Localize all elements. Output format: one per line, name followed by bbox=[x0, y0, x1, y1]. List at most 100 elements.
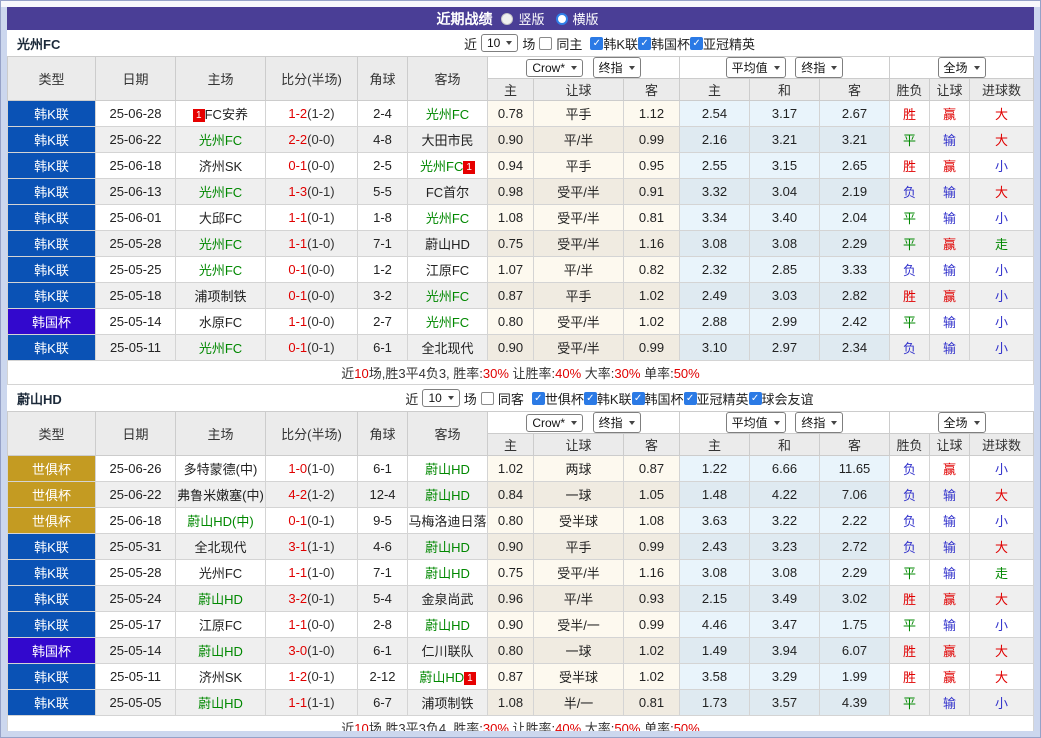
handicap-result-cell: 输 bbox=[930, 612, 970, 638]
league-label[interactable]: 韩国杯 bbox=[651, 34, 690, 53]
avg-draw-cell: 3.57 bbox=[750, 690, 820, 716]
page-frame: 近期战绩 竖版 横版 光州FC 近 10 场 同主 ✓韩K联✓韩国杯✓亚冠精英 bbox=[0, 0, 1041, 738]
handicap-cell: 受平/半 bbox=[534, 205, 624, 231]
league-checkbox[interactable]: ✓ bbox=[684, 392, 697, 405]
home-team-cell: 水原FC bbox=[176, 309, 266, 335]
league-label[interactable]: 世俱杯 bbox=[545, 389, 584, 408]
radio-vertical-label[interactable]: 竖版 bbox=[518, 9, 544, 28]
score-value: 0-1 bbox=[288, 288, 307, 303]
same-away-checkbox[interactable] bbox=[481, 392, 494, 405]
goals-result-cell: 小 bbox=[970, 612, 1034, 638]
league-checkbox[interactable]: ✓ bbox=[749, 392, 762, 405]
away-team-cell: 光州FC bbox=[408, 283, 488, 309]
radio-horizontal-label[interactable]: 横版 bbox=[573, 9, 599, 28]
home-team-cell: 光州FC bbox=[176, 335, 266, 361]
summary-text: 40% bbox=[555, 721, 581, 731]
final-odds-select-2[interactable]: 终指 bbox=[795, 412, 843, 433]
league-type-cell: 世俱杯 bbox=[8, 508, 96, 534]
recent-label: 近 bbox=[405, 389, 418, 408]
team-label: 蔚山HD bbox=[425, 488, 470, 503]
table-row: 韩K联25-06-18济州SK0-1(0-0)2-5光州FC10.94平手0.9… bbox=[8, 153, 1034, 179]
score-cell: 3-2(0-1) bbox=[266, 586, 358, 612]
league-checkbox[interactable]: ✓ bbox=[638, 37, 651, 50]
radio-vertical-icon[interactable] bbox=[501, 13, 513, 25]
league-type-cell: 韩K联 bbox=[8, 664, 96, 690]
handicap-cell: 平手 bbox=[534, 283, 624, 309]
goals-result-cell: 大 bbox=[970, 101, 1034, 127]
team-label: 光州FC bbox=[426, 315, 469, 330]
avg-draw-cell: 3.04 bbox=[750, 179, 820, 205]
avg-draw-cell: 3.49 bbox=[750, 586, 820, 612]
average-select[interactable]: 平均值 bbox=[726, 412, 786, 433]
league-checkbox[interactable]: ✓ bbox=[632, 392, 645, 405]
odds-home-cell: 1.08 bbox=[488, 690, 534, 716]
halftime-score: (0-1) bbox=[307, 591, 334, 606]
league-label[interactable]: 亚冠精英 bbox=[703, 34, 755, 53]
avg-away-cell: 2.65 bbox=[820, 153, 890, 179]
recent-label: 近 bbox=[464, 34, 477, 53]
league-label[interactable]: 亚冠精英 bbox=[697, 389, 749, 408]
league-checkbox[interactable]: ✓ bbox=[690, 37, 703, 50]
score-value: 1-1 bbox=[288, 236, 307, 251]
date-cell: 25-05-31 bbox=[96, 534, 176, 560]
handicap-cell: 平/半 bbox=[534, 586, 624, 612]
final-odds-select-2[interactable]: 终指 bbox=[795, 57, 843, 78]
league-label[interactable]: 韩K联 bbox=[603, 34, 638, 53]
avg-away-cell: 3.33 bbox=[820, 257, 890, 283]
average-select[interactable]: 平均值 bbox=[726, 57, 786, 78]
score-value: 3-2 bbox=[288, 591, 307, 606]
avg-away-cell: 2.67 bbox=[820, 101, 890, 127]
corners-cell: 12-4 bbox=[358, 482, 408, 508]
corners-cell: 6-1 bbox=[358, 638, 408, 664]
summary-row: 近10场,胜3平3负4, 胜率:30% 让胜率:40% 大率:50% 单率:50… bbox=[8, 716, 1034, 732]
league-checkbox[interactable]: ✓ bbox=[590, 37, 603, 50]
recent-count-select[interactable]: 10 bbox=[422, 389, 459, 407]
league-checkbox[interactable]: ✓ bbox=[532, 392, 545, 405]
same-home-checkbox[interactable] bbox=[539, 37, 552, 50]
avg-home-cell: 3.08 bbox=[680, 231, 750, 257]
away-team-cell: 蔚山HD bbox=[408, 456, 488, 482]
league-label[interactable]: 韩K联 bbox=[597, 389, 632, 408]
score-cell: 1-1(1-0) bbox=[266, 231, 358, 257]
full-match-select[interactable]: 全场 bbox=[938, 412, 986, 433]
full-match-select[interactable]: 全场 bbox=[938, 57, 986, 78]
table-row: 韩K联25-05-18浦项制铁0-1(0-0)3-2光州FC0.87平手1.02… bbox=[8, 283, 1034, 309]
avg-home-cell: 3.63 bbox=[680, 508, 750, 534]
league-type-cell: 韩K联 bbox=[8, 534, 96, 560]
goals-result-cell: 大 bbox=[970, 127, 1034, 153]
bookmaker-select[interactable]: Crow* bbox=[526, 59, 583, 77]
league-type-cell: 韩K联 bbox=[8, 101, 96, 127]
halftime-score: (1-2) bbox=[307, 106, 334, 121]
team-section-ulsan: 蔚山HD 近 10 场 同客 ✓世俱杯✓韩K联✓韩国杯✓亚冠精英✓球会友谊 bbox=[7, 385, 1034, 731]
recent-count-select[interactable]: 10 bbox=[481, 34, 518, 52]
table-row: 韩国杯25-05-14蔚山HD3-0(1-0)6-1仁川联队0.80一球1.02… bbox=[8, 638, 1034, 664]
avg-draw-cell: 2.99 bbox=[750, 309, 820, 335]
chevron-down-icon bbox=[774, 421, 780, 425]
summary-row: 近10场,胜3平4负3, 胜率:30% 让胜率:40% 大率:30% 单率:50… bbox=[8, 361, 1034, 385]
same-away-label[interactable]: 同客 bbox=[498, 389, 524, 408]
final-odds-select[interactable]: 终指 bbox=[593, 57, 641, 78]
league-label[interactable]: 球会友谊 bbox=[762, 389, 814, 408]
league-checkbox[interactable]: ✓ bbox=[584, 392, 597, 405]
avg-away-cell: 2.29 bbox=[820, 231, 890, 257]
score-value: 2-2 bbox=[288, 132, 307, 147]
league-label[interactable]: 韩国杯 bbox=[645, 389, 684, 408]
asia-odds-group: Crow* 终指 bbox=[488, 412, 680, 434]
league-type-cell: 韩K联 bbox=[8, 612, 96, 638]
avg-draw-cell: 2.97 bbox=[750, 335, 820, 361]
score-cell: 1-1(1-0) bbox=[266, 560, 358, 586]
avg-away-cell: 3.21 bbox=[820, 127, 890, 153]
team-label: 蔚山HD bbox=[198, 592, 243, 607]
avg-draw-cell: 3.15 bbox=[750, 153, 820, 179]
goals-result-cell: 小 bbox=[970, 335, 1034, 361]
bookmaker-select[interactable]: Crow* bbox=[526, 414, 583, 432]
team-label: FC首尔 bbox=[426, 185, 469, 200]
avg-away-cell: 2.22 bbox=[820, 508, 890, 534]
handicap-result-cell: 赢 bbox=[930, 101, 970, 127]
summary-text: 让胜率: bbox=[509, 721, 555, 731]
summary-text: 单率: bbox=[640, 721, 673, 731]
score-cell: 1-3(0-1) bbox=[266, 179, 358, 205]
same-home-label[interactable]: 同主 bbox=[556, 34, 582, 53]
final-odds-select[interactable]: 终指 bbox=[593, 412, 641, 433]
radio-horizontal-icon[interactable] bbox=[556, 13, 568, 25]
